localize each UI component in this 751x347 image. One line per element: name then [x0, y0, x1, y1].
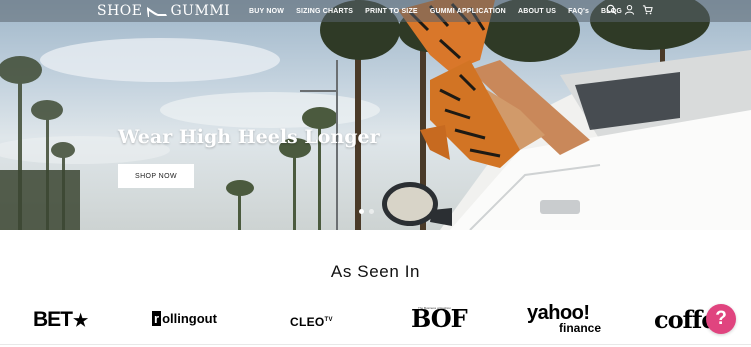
brand-logo[interactable]: SHOE GUMMI — [97, 1, 230, 21]
bof-tagline: The Business of Fashion — [418, 306, 452, 310]
press-logos: BET★ r ollingout CLEOTV BOF yahoo! financ… — [0, 300, 751, 340]
main-menu: BUY NOW SIZING CHARTS PRINT TO SIZE GUMM… — [249, 0, 634, 22]
rollingout-logo-box: r — [152, 311, 162, 326]
star-icon: ★ — [73, 311, 88, 330]
as-seen-in-heading: As Seen In — [330, 262, 421, 281]
yahoo-finance-logo: yahoo! finance — [527, 303, 602, 335]
cleo-logo-sup: TV — [324, 317, 333, 323]
nav-icons — [606, 4, 653, 15]
cart-icon[interactable] — [642, 4, 653, 15]
hero-image — [0, 0, 751, 230]
divider — [0, 344, 751, 345]
cleotv-logo: CLEOTV — [290, 315, 333, 329]
menu-item-buy-now[interactable]: BUY NOW — [249, 8, 284, 15]
rollingout-logo: r ollingout — [152, 311, 217, 326]
help-button[interactable]: ? — [706, 304, 736, 334]
yahoo-finance-text: finance — [559, 321, 602, 335]
logo-text-gummi: GUMMI — [170, 3, 231, 19]
shop-now-button[interactable]: SHOP NOW — [118, 164, 194, 188]
menu-item-faqs[interactable]: FAQ's — [568, 8, 589, 15]
cleo-logo-text: CLEO — [290, 315, 325, 329]
menu-item-gummi-application[interactable]: GUMMI APPLICATION — [430, 8, 506, 15]
hero-banner: SHOE GUMMI BUY NOW SIZING CHARTS PRINT T… — [0, 0, 751, 230]
rollingout-logo-text: ollingout — [162, 311, 217, 326]
menu-item-about-us[interactable]: ABOUT US — [518, 8, 556, 15]
bet-logo: BET★ — [33, 308, 88, 332]
logo-text-shoe: SHOE — [97, 3, 143, 19]
slider-dots — [359, 209, 374, 214]
high-heel-icon — [146, 7, 167, 17]
search-icon[interactable] — [606, 4, 617, 15]
menu-item-print-to-size[interactable]: PRINT TO SIZE — [365, 8, 418, 15]
hero-title: Wear High Heels Longer — [118, 126, 380, 148]
account-icon[interactable] — [624, 4, 635, 15]
menu-item-sizing-charts[interactable]: SIZING CHARTS — [296, 8, 353, 15]
top-navigation: SHOE GUMMI BUY NOW SIZING CHARTS PRINT T… — [0, 0, 751, 22]
slider-dot-2[interactable] — [369, 209, 374, 214]
bet-logo-text: BET — [33, 308, 73, 331]
slider-dot-1[interactable] — [359, 209, 364, 214]
